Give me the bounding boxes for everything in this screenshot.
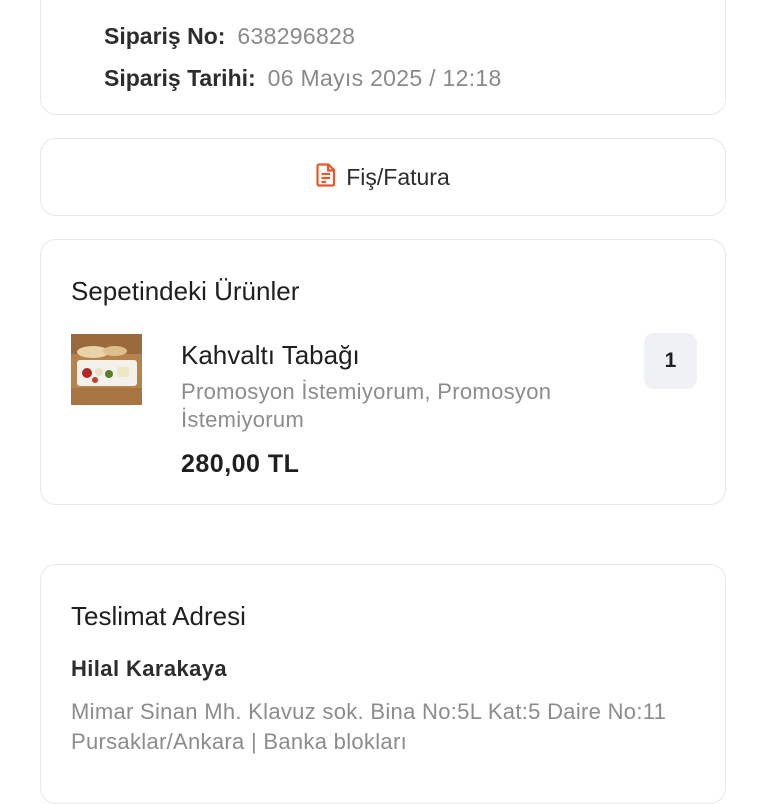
order-info-card: Sipariş No: 638296828 Sipariş Tarihi: 06 M… (40, 0, 726, 115)
receipt-button-label: Fiş/Fatura (346, 163, 450, 190)
order-number-label: Sipariş No: (104, 23, 226, 49)
delivery-address-card: Teslimat Adresi Hilal Karakaya Mimar Sin… (40, 564, 726, 804)
receipt-button-content: Fiş/Fatura (316, 162, 450, 192)
basket-title: Sepetindeki Ürünler (71, 276, 300, 306)
quantity-badge: 1 (644, 333, 697, 389)
product-price: 280,00 TL (181, 450, 300, 478)
recipient-name: Hilal Karakaya (71, 656, 228, 681)
product-name: Kahvaltı Tabağı (181, 340, 360, 370)
address-title: Teslimat Adresi (71, 601, 246, 631)
receipt-invoice-button[interactable]: Fiş/Fatura (40, 138, 726, 216)
order-number-value: 638296828 (237, 23, 356, 49)
address-text: Mimar Sinan Mh. Klavuz sok. Bina No:5L K… (71, 699, 667, 754)
product-options: Promosyon İstemiyorum, Promosyon İstemiy… (181, 379, 552, 432)
order-number-row: Sipariş No: 638296828 (104, 23, 355, 50)
order-date-row: Sipariş Tarihi: 06 Mayıs 2025 / 12:18 (104, 65, 502, 92)
basket-card: Sepetindeki Ürünler Kahvaltı Tabağı Prom… (40, 239, 726, 505)
order-date-label: Sipariş Tarihi: (104, 65, 256, 91)
product-image (71, 334, 142, 405)
order-date-value: 06 Mayıs 2025 / 12:18 (267, 65, 502, 91)
document-icon (316, 162, 336, 192)
